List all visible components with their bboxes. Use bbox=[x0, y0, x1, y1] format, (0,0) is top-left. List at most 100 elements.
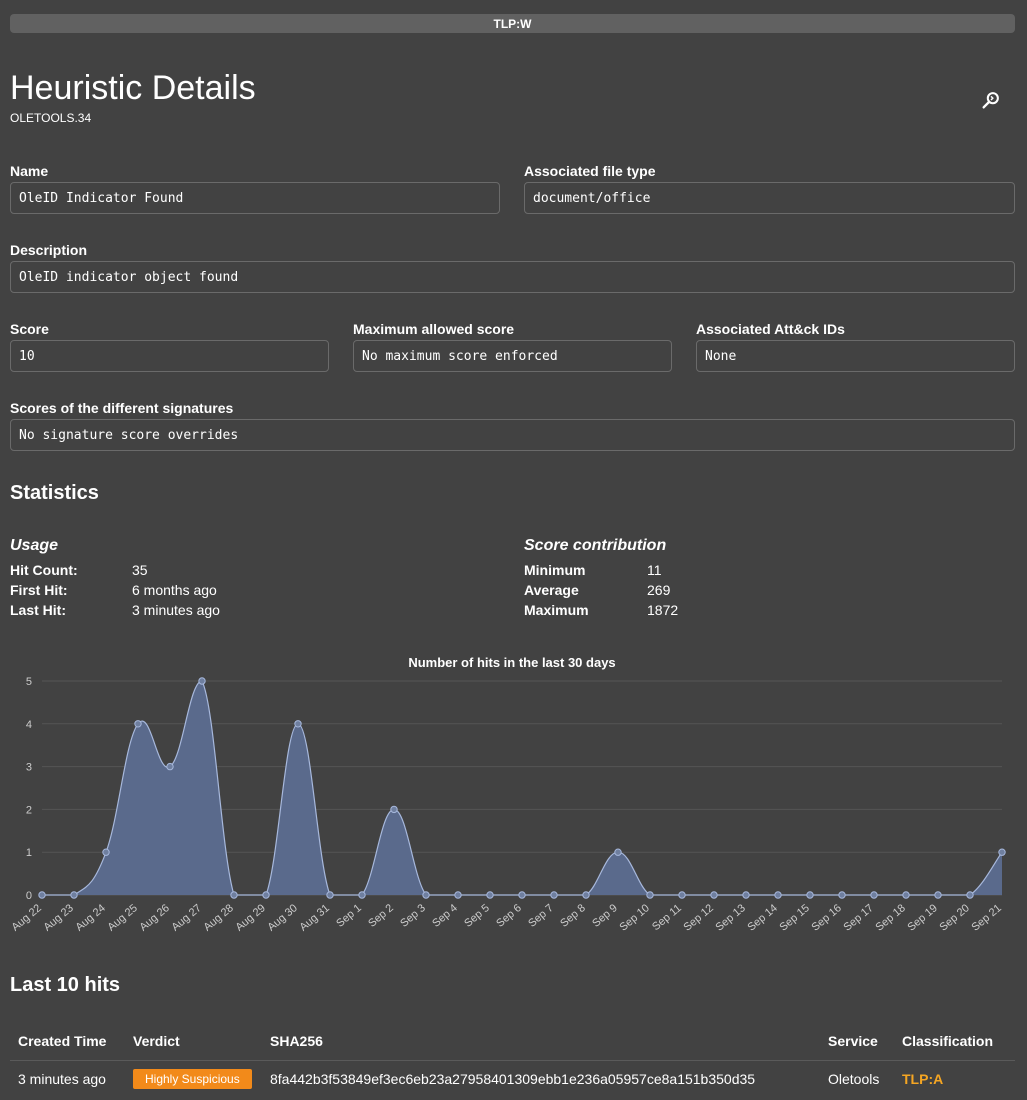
chart-point[interactable] bbox=[870, 891, 878, 899]
chart-area bbox=[42, 681, 1002, 895]
chart-point[interactable] bbox=[134, 720, 142, 728]
chart-point[interactable] bbox=[486, 891, 494, 899]
chart-xtick-label: Sep 7 bbox=[526, 902, 556, 930]
col-sha256[interactable]: SHA256 bbox=[262, 1022, 820, 1061]
table-row[interactable]: 3 minutes ago Highly Suspicious 8fa442b3… bbox=[10, 1061, 1015, 1098]
attack-ids-field[interactable]: None bbox=[696, 340, 1015, 372]
hit-verdict-cell: Highly Suspicious bbox=[125, 1061, 262, 1098]
chart-title: Number of hits in the last 30 days bbox=[408, 655, 615, 670]
chart-xtick-label: Sep 9 bbox=[590, 902, 620, 930]
chart-xtick-label: Sep 3 bbox=[398, 902, 428, 930]
chart-xtick-label: Sep 19 bbox=[905, 902, 939, 934]
page-title: Heuristic Details bbox=[10, 69, 256, 107]
hits-chart-svg: Number of hits in the last 30 days 0 1 2 3 4… bbox=[9, 655, 1006, 934]
chart-point[interactable] bbox=[102, 848, 110, 856]
usage-key-last-hit: Last Hit: bbox=[10, 602, 66, 618]
attack-ids-label: Associated Att&ck IDs bbox=[696, 321, 845, 337]
filetype-field[interactable]: document/office bbox=[524, 182, 1015, 214]
score-key-maximum: Maximum bbox=[524, 602, 589, 618]
page-subtitle: OLETOOLS.34 bbox=[10, 111, 92, 125]
chart-point[interactable] bbox=[678, 891, 686, 899]
chart-point[interactable] bbox=[230, 891, 238, 899]
chart-point[interactable] bbox=[166, 762, 174, 771]
max-score-field[interactable]: No maximum score enforced bbox=[353, 340, 672, 372]
chart-xtick-label: Sep 17 bbox=[841, 902, 875, 934]
chart-ytick-label: 5 bbox=[26, 676, 32, 688]
chart-xtick-label: Aug 27 bbox=[169, 902, 203, 934]
hits-chart: Number of hits in the last 30 days 0 1 2 3 4… bbox=[0, 645, 1027, 950]
chart-point[interactable] bbox=[614, 848, 622, 856]
chart-point[interactable] bbox=[582, 891, 590, 899]
chart-point[interactable] bbox=[774, 891, 782, 899]
chart-point[interactable] bbox=[646, 891, 654, 899]
col-verdict[interactable]: Verdict bbox=[125, 1022, 262, 1061]
search-button[interactable] bbox=[975, 84, 1007, 116]
usage-key-hit-count: Hit Count: bbox=[10, 562, 78, 578]
description-field[interactable]: OleID indicator object found bbox=[10, 261, 1015, 293]
chart-xtick-label: Sep 13 bbox=[713, 902, 747, 934]
chart-xtick-label: Aug 26 bbox=[137, 902, 171, 934]
chart-xtick-label: Sep 4 bbox=[430, 902, 460, 930]
col-service[interactable]: Service bbox=[820, 1022, 894, 1061]
sig-scores-label: Scores of the different signatures bbox=[10, 400, 234, 416]
usage-value-last-hit: 3 minutes ago bbox=[132, 602, 220, 618]
chart-xtick-label: Sep 10 bbox=[617, 902, 651, 934]
chart-point[interactable] bbox=[742, 891, 750, 899]
chart-point[interactable] bbox=[38, 891, 46, 899]
hits-table-header: Created Time Verdict SHA256 Service Clas… bbox=[10, 1022, 1015, 1061]
chart-xtick-label: Aug 22 bbox=[9, 902, 43, 934]
hit-time: 3 minutes ago bbox=[18, 1071, 106, 1087]
chart-xtick-label: Sep 21 bbox=[969, 902, 1003, 934]
chart-xtick-label: Aug 28 bbox=[201, 902, 235, 934]
hit-service: Oletools bbox=[828, 1071, 880, 1087]
chart-point[interactable] bbox=[262, 891, 270, 899]
chart-point[interactable] bbox=[70, 891, 78, 899]
last-hits-title: Last 10 hits bbox=[10, 974, 121, 996]
chart-ytick-label: 4 bbox=[26, 719, 32, 731]
chart-point[interactable] bbox=[454, 891, 462, 899]
chart-point[interactable] bbox=[966, 891, 974, 899]
score-value-minimum: 11 bbox=[647, 562, 662, 578]
chart-ytick-label: 2 bbox=[26, 804, 32, 816]
chart-point[interactable] bbox=[902, 891, 910, 899]
statistics-title: Statistics bbox=[10, 482, 99, 504]
chart-point[interactable] bbox=[550, 891, 558, 899]
chart-xtick-label: Sep 12 bbox=[681, 902, 715, 934]
chart-xtick-label: Sep 14 bbox=[745, 902, 779, 934]
chart-point[interactable] bbox=[390, 805, 398, 814]
chart-point[interactable] bbox=[294, 720, 302, 728]
sig-scores-field[interactable]: No signature score overrides bbox=[10, 419, 1015, 451]
chart-point[interactable] bbox=[326, 891, 334, 899]
hit-sha256[interactable]: 8fa442b3f53849ef3ec6eb23a27958401309ebb1… bbox=[262, 1061, 820, 1098]
chart-point[interactable] bbox=[934, 891, 942, 899]
chart-xtick-label: Aug 31 bbox=[297, 902, 331, 934]
chart-point[interactable] bbox=[806, 891, 814, 899]
name-field[interactable]: OleID Indicator Found bbox=[10, 182, 500, 214]
chart-ytick-label: 1 bbox=[26, 847, 32, 859]
name-label: Name bbox=[10, 163, 49, 179]
score-value-average: 269 bbox=[647, 582, 671, 598]
chart-xtick-label: Sep 5 bbox=[462, 902, 492, 930]
chart-point[interactable] bbox=[198, 677, 206, 685]
tlp-banner: TLP:W bbox=[10, 14, 1015, 33]
chart-xtick-label: Aug 25 bbox=[105, 902, 139, 934]
hit-classification: TLP:A bbox=[902, 1071, 944, 1087]
filetype-label: Associated file type bbox=[524, 163, 656, 179]
chart-xtick-label: Sep 6 bbox=[494, 902, 524, 930]
chart-point[interactable] bbox=[710, 891, 718, 899]
col-classification[interactable]: Classification bbox=[894, 1022, 1015, 1061]
search-icon bbox=[982, 92, 999, 109]
chart-point[interactable] bbox=[518, 891, 526, 899]
verdict-badge: Highly Suspicious bbox=[133, 1069, 252, 1089]
chart-point[interactable] bbox=[998, 848, 1006, 856]
usage-value-hit-count: 35 bbox=[132, 562, 148, 578]
score-key-minimum: Minimum bbox=[524, 562, 586, 578]
chart-ytick-label: 0 bbox=[26, 890, 32, 902]
usage-heading: Usage bbox=[10, 537, 59, 554]
chart-point[interactable] bbox=[838, 891, 846, 899]
score-field[interactable]: 10 bbox=[10, 340, 329, 372]
chart-ytick-label: 3 bbox=[26, 762, 32, 774]
chart-point[interactable] bbox=[358, 891, 366, 899]
col-created-time[interactable]: Created Time bbox=[10, 1022, 125, 1061]
chart-point[interactable] bbox=[422, 891, 430, 899]
